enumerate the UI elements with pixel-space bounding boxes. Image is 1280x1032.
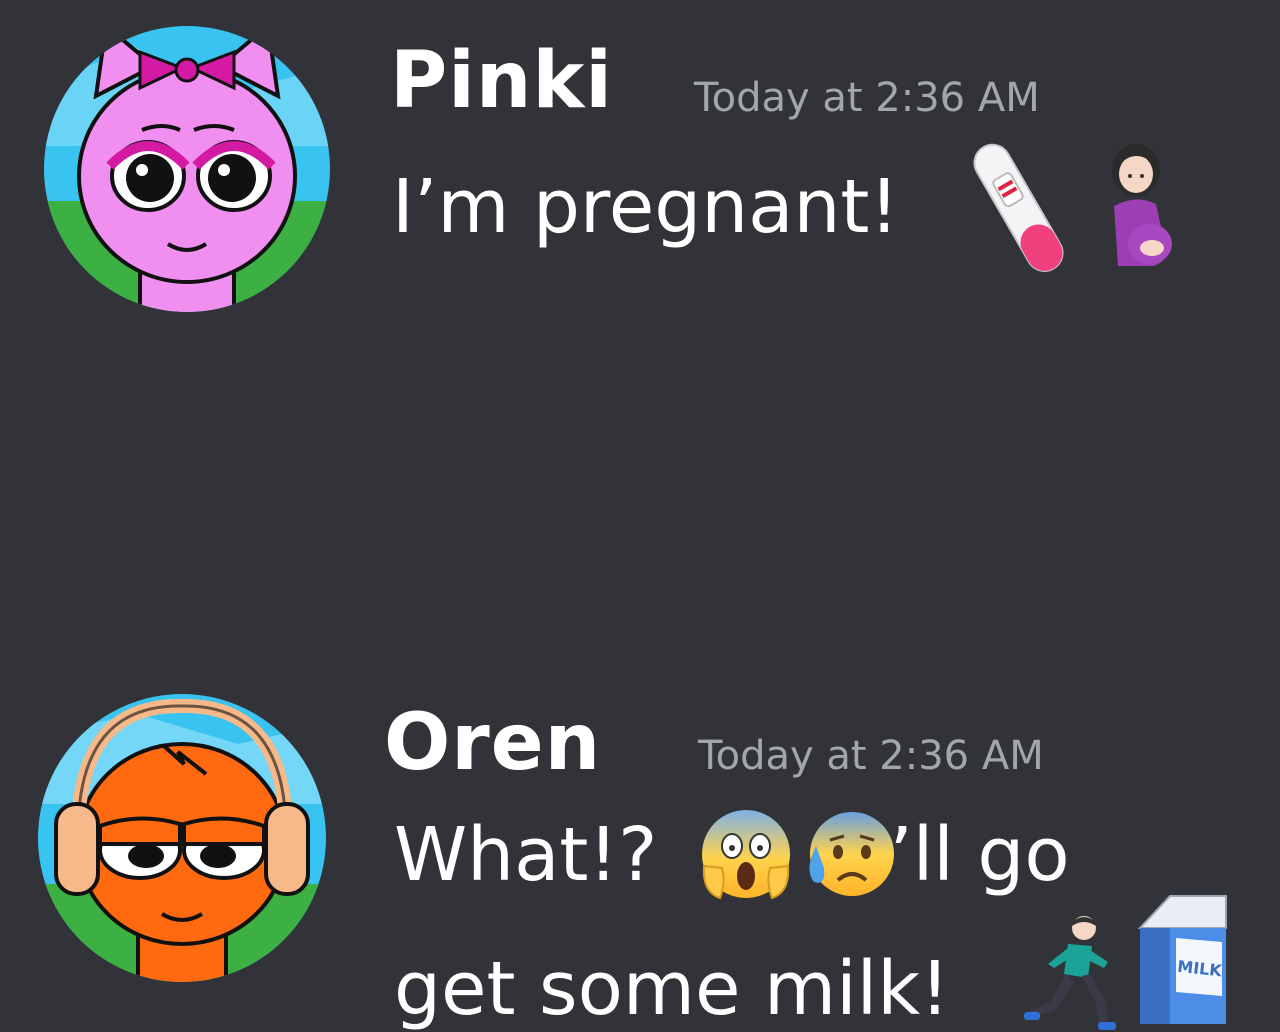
running-man-icon [1020, 912, 1120, 1032]
anxious-sweat-face-icon [802, 806, 898, 902]
message-text-oren-line-2: get some milk! [394, 946, 950, 1032]
timestamp-oren: Today at 2:36 AM [698, 733, 1044, 779]
milk-carton-icon: MILK [1130, 892, 1236, 1028]
message-pinki: Pinki Today at 2:36 AM I’m pregnant! [0, 0, 1280, 340]
pregnancy-test-icon [966, 134, 1070, 280]
message-oren: Oren Today at 2:36 AM What!? I’ll go get … [0, 340, 1280, 1030]
username-oren[interactable]: Oren [384, 704, 601, 782]
pregnant-woman-icon [1098, 140, 1178, 272]
message-text-pinki: I’m pregnant! [392, 164, 900, 250]
avatar-oren[interactable] [38, 694, 326, 982]
oren-avatar-image [38, 694, 326, 982]
pinki-avatar-image [44, 26, 330, 312]
screaming-face-icon [698, 806, 794, 902]
username-pinki[interactable]: Pinki [390, 42, 613, 120]
timestamp-pinki: Today at 2:36 AM [694, 75, 1040, 121]
message-text-oren-what: What!? [394, 812, 658, 898]
avatar-pinki[interactable] [44, 26, 330, 312]
